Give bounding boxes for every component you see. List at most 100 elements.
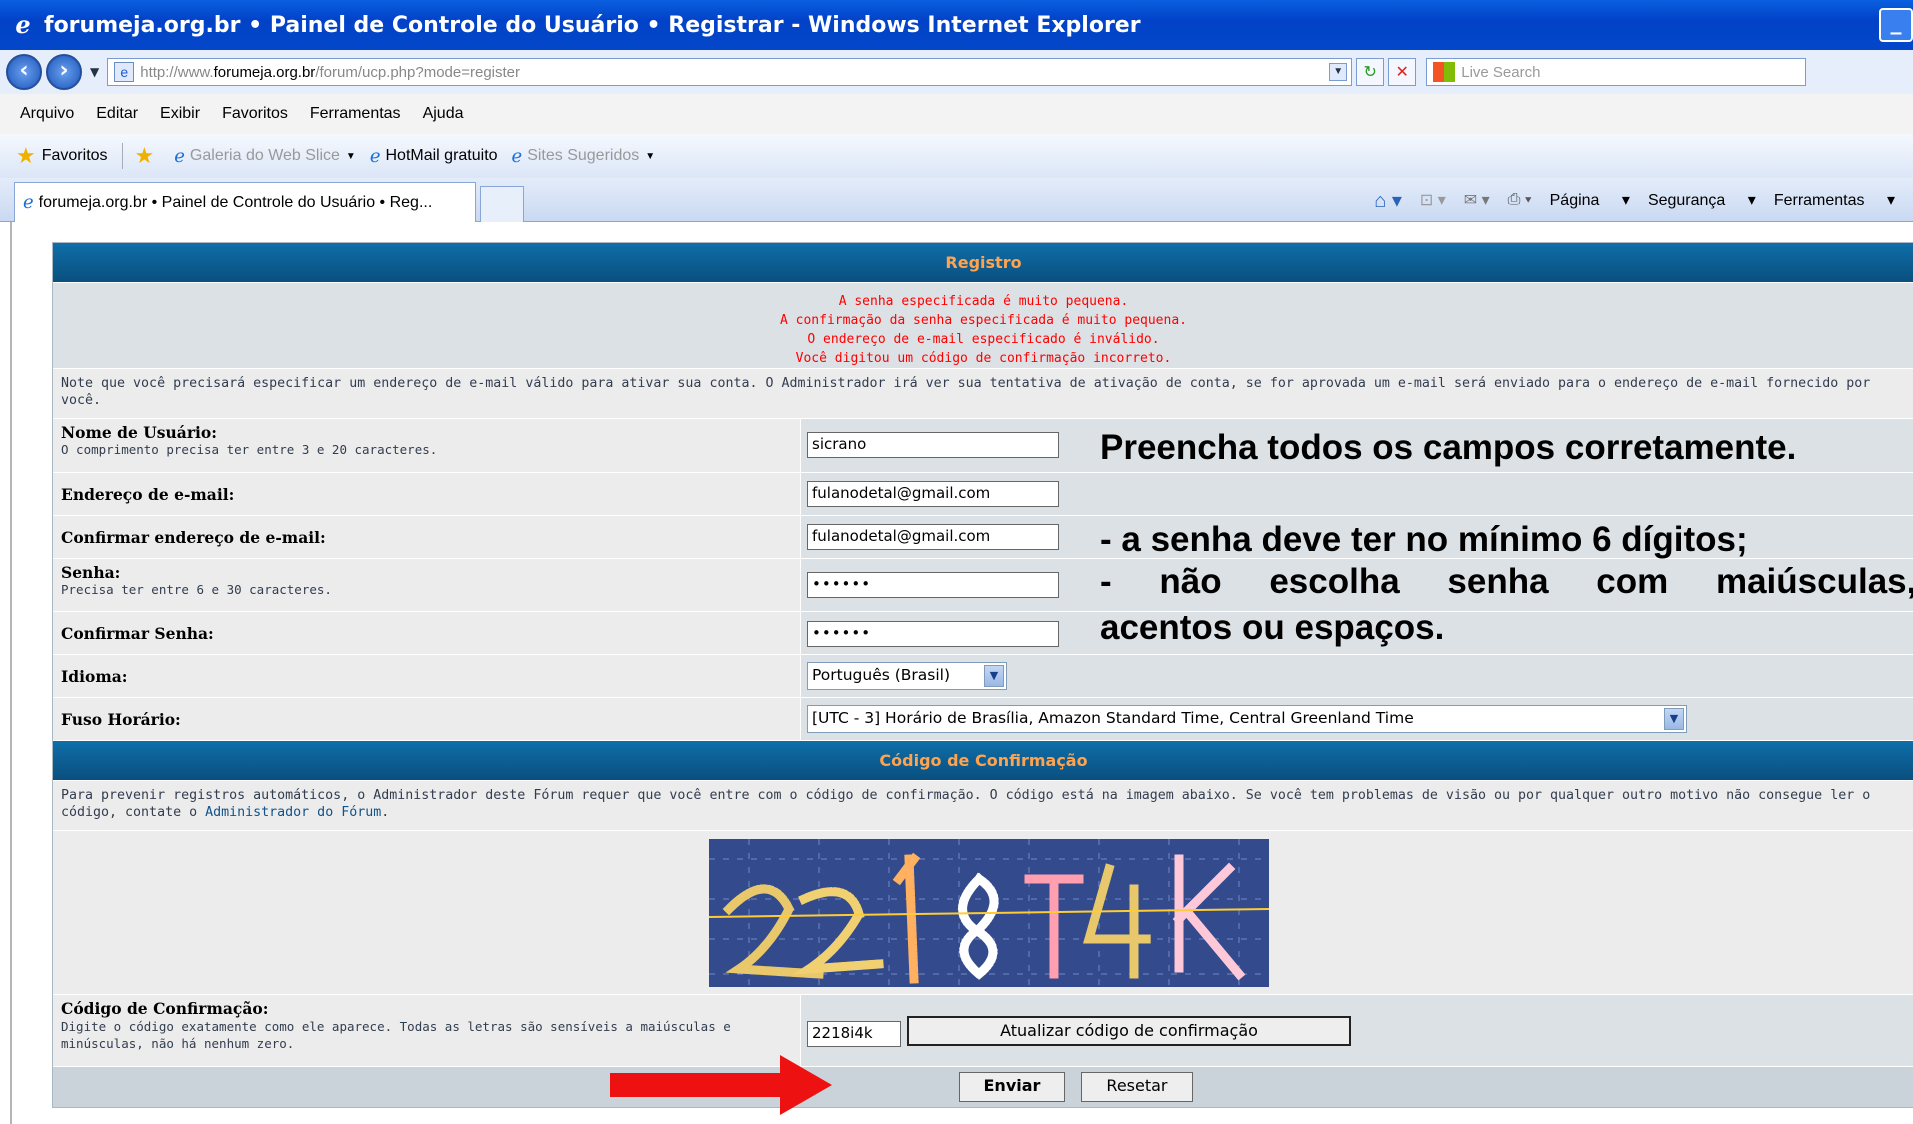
favorites-bar: ★ Favoritos ★ ℯ Galeria do Web Slice ▼ ℯ… — [0, 134, 1913, 178]
tab-current[interactable]: ℯ forumeja.org.br • Painel de Controle d… — [14, 182, 476, 222]
username-label: Nome de Usuário: — [61, 423, 217, 442]
chevron-down-icon: ▼ — [984, 665, 1004, 687]
captcha-code-label: Código de Confirmação: — [61, 999, 269, 1018]
overlay-instruction-3: - não escolha senha com maiúsculas, — [1100, 562, 1913, 601]
menu-editar[interactable]: Editar — [96, 105, 138, 123]
add-favorite-button[interactable]: ★ — [121, 143, 161, 169]
timezone-value-cell: [UTC - 3] Horário de Brasília, Amazon St… — [801, 698, 1913, 740]
stop-icon[interactable]: ✕ — [1388, 58, 1417, 86]
search-box[interactable]: Live Search — [1426, 58, 1807, 86]
forward-icon[interactable]: › — [46, 54, 82, 90]
chevron-down-icon: ▼ — [1664, 708, 1684, 730]
menu-exibir[interactable]: Exibir — [160, 105, 200, 123]
ie-page-icon: ℯ — [23, 192, 34, 212]
password-confirm-label-cell: Confirmar Senha: — [53, 612, 801, 654]
form-header: Registro — [53, 243, 1913, 283]
command-pagina[interactable]: Página ▾ — [1550, 190, 1630, 210]
command-label: Página — [1549, 192, 1600, 209]
email-confirm-label: Confirmar endereço de e-mail: — [61, 527, 326, 547]
overlay-instruction-4: acentos ou espaços. — [1100, 608, 1445, 647]
command-seguranca[interactable]: Segurança ▾ — [1648, 190, 1756, 210]
password-hint: Precisa ter entre 6 e 30 caracteres. — [61, 582, 332, 597]
minimize-button[interactable]: _ — [1879, 8, 1913, 42]
password-input[interactable]: •••••• — [807, 572, 1059, 598]
captcha-header: Código de Confirmação — [53, 741, 1913, 781]
button-row: Enviar Resetar — [53, 1067, 1913, 1107]
email-label: Endereço de e-mail: — [61, 484, 235, 504]
star-icon: ★ — [16, 143, 36, 168]
row-timezone: Fuso Horário: [UTC - 3] Horário de Brasí… — [53, 698, 1913, 741]
page-content: Registro A senha especificada é muito pe… — [10, 222, 1913, 1124]
mail-icon[interactable]: ✉ ▾ — [1464, 190, 1490, 210]
ie-page-icon: ℯ — [369, 145, 381, 166]
timezone-select[interactable]: [UTC - 3] Horário de Brasília, Amazon St… — [807, 705, 1687, 733]
home-icon[interactable]: ⌂ ▾ — [1374, 188, 1402, 213]
address-dropdown-icon[interactable]: ▼ — [1329, 63, 1348, 81]
row-password-confirm: Confirmar Senha: •••••• — [53, 612, 1913, 655]
username-hint: O comprimento precisa ter entre 3 e 20 c… — [61, 442, 438, 457]
password-label-cell: Senha: Precisa ter entre 6 e 30 caracter… — [53, 559, 801, 611]
refresh-icon[interactable]: ↻ — [1356, 58, 1385, 86]
address-domain: forumeja.org.br — [213, 63, 316, 81]
refresh-captcha-button[interactable]: Atualizar código de confirmação — [907, 1015, 1351, 1046]
captcha-description: Para prevenir registros automáticos, o A… — [53, 781, 1913, 831]
language-label: Idioma: — [61, 666, 128, 686]
menu-arquivo[interactable]: Arquivo — [20, 105, 74, 123]
email-label-cell: Endereço de e-mail: — [53, 473, 801, 515]
captcha-text-end: . — [381, 805, 390, 820]
page-icon: e — [114, 62, 135, 82]
password-confirm-input[interactable]: •••••• — [807, 621, 1059, 647]
error-message: A senha especificada é muito pequena. — [838, 294, 1129, 309]
ie-logo-icon: ℯ — [15, 11, 31, 39]
print-icon[interactable]: ⎙ ▾ — [1508, 191, 1532, 209]
browser-window: ℯ forumeja.org.br • Painel de Controle d… — [0, 0, 1913, 1124]
admin-link[interactable]: Administrador do Fórum — [205, 805, 381, 820]
back-icon[interactable]: ‹ — [6, 54, 42, 90]
window-title: forumeja.org.br • Painel de Controle do … — [44, 12, 1141, 38]
feeds-icon[interactable]: ⊡ ▾ — [1420, 190, 1446, 210]
address-bar[interactable]: e http://www. forumeja.org.br/forum/ucp.p… — [107, 58, 1353, 86]
chevron-down-icon: ▼ — [345, 150, 356, 162]
fav-label: HotMail gratuito — [385, 147, 498, 164]
red-arrow-icon — [610, 1055, 832, 1115]
ie-page-icon: ℯ — [511, 145, 523, 166]
address-row: ‹ › ▼ e http://www. forumeja.org.br/forum… — [0, 50, 1913, 94]
command-ferramentas[interactable]: Ferramentas ▾ — [1774, 190, 1895, 210]
chevron-down-icon: ▼ — [645, 150, 656, 162]
submit-button[interactable]: Enviar — [958, 1072, 1066, 1102]
history-dropdown-icon[interactable]: ▼ — [90, 65, 99, 79]
tab-label: forumeja.org.br • Painel de Controle do … — [38, 193, 433, 211]
overlay-instruction-1: Preencha todos os campos corretamente. — [1100, 428, 1797, 467]
email-input[interactable]: fulanodetal@gmail.com — [807, 481, 1059, 507]
timezone-selected: [UTC - 3] Horário de Brasília, Amazon St… — [812, 709, 1414, 727]
menu-ferramentas[interactable]: Ferramentas — [310, 105, 401, 123]
fav-item-web-slice[interactable]: ℯ Galeria do Web Slice ▼ — [174, 146, 356, 167]
fav-item-sites[interactable]: ℯ Sites Sugeridos ▼ — [512, 146, 656, 167]
email-note: Note que você precisará especificar um e… — [53, 369, 1913, 419]
language-select[interactable]: Português (Brasil) ▼ — [807, 662, 1007, 690]
language-value-cell: Português (Brasil) ▼ — [801, 655, 1913, 697]
ie-page-icon: ℯ — [174, 145, 185, 166]
menu-ajuda[interactable]: Ajuda — [423, 105, 464, 123]
row-email: Endereço de e-mail: fulanodetal@gmail.co… — [53, 473, 1913, 516]
username-input[interactable]: sicrano — [807, 432, 1059, 458]
error-message: A confirmação da senha especificada é mu… — [780, 313, 1187, 328]
email-confirm-label-cell: Confirmar endereço de e-mail: — [53, 516, 801, 558]
command-label: Segurança — [1647, 192, 1726, 209]
email-value-cell: fulanodetal@gmail.com — [801, 473, 1913, 515]
overlay-instruction-2: - a senha deve ter no mínimo 6 dígitos; — [1100, 520, 1748, 559]
fav-label: Galeria do Web Slice — [189, 147, 340, 164]
captcha-code-input[interactable]: 2218i4k — [807, 1020, 901, 1047]
new-tab-button[interactable] — [480, 186, 524, 222]
title-bar: ℯ forumeja.org.br • Painel de Controle d… — [0, 0, 1913, 50]
reset-button[interactable]: Resetar — [1081, 1072, 1193, 1102]
timezone-label: Fuso Horário: — [61, 709, 181, 729]
email-confirm-input[interactable]: fulanodetal@gmail.com — [807, 524, 1059, 550]
error-list: A senha especificada é muito pequena. A … — [53, 283, 1913, 369]
menu-favoritos[interactable]: Favoritos — [222, 105, 288, 123]
favorites-button[interactable]: ★ Favoritos — [16, 143, 108, 169]
command-label: Ferramentas — [1773, 192, 1865, 209]
favorites-label: Favoritos — [41, 147, 108, 164]
fav-item-hotmail[interactable]: ℯ HotMail gratuito — [370, 146, 498, 167]
timezone-label-cell: Fuso Horário: — [53, 698, 801, 740]
